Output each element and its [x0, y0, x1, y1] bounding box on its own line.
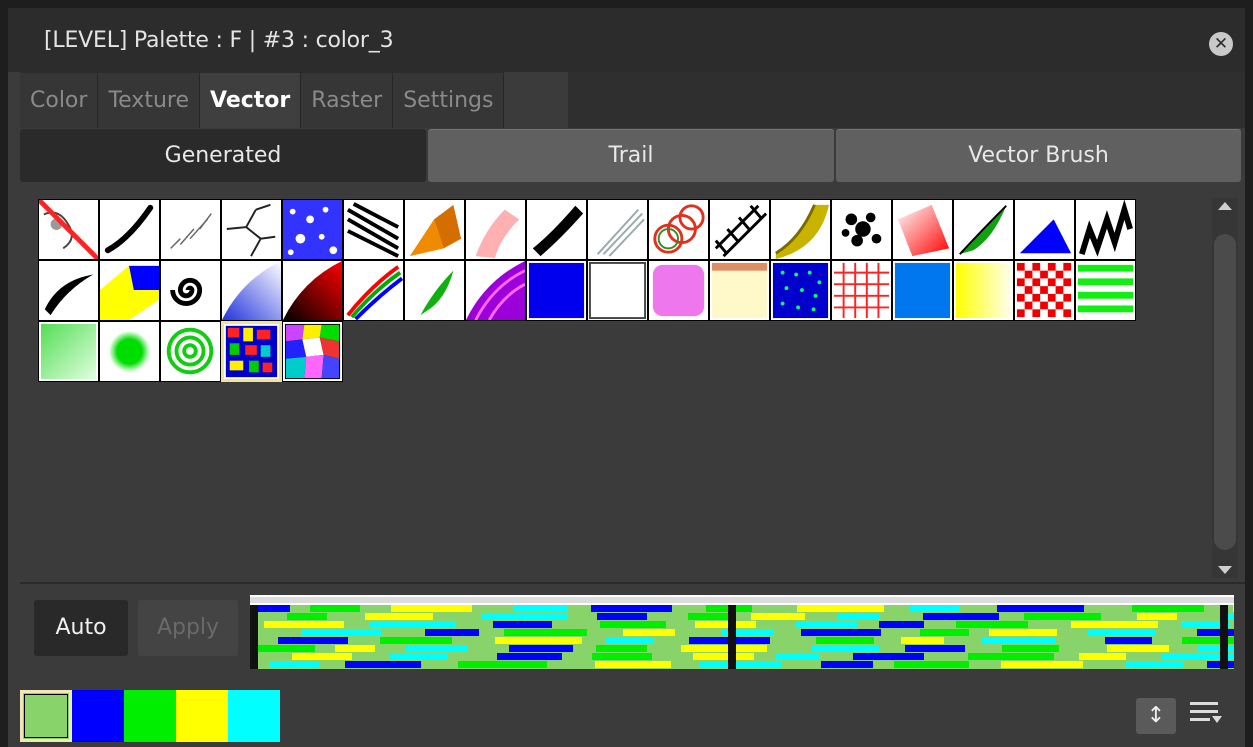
chip-grid-square[interactable] — [831, 260, 892, 321]
chip-voronoi[interactable] — [282, 321, 343, 382]
chip-spiral[interactable] — [160, 260, 221, 321]
updown-arrow-icon[interactable]: ↕ — [1136, 698, 1176, 734]
style-chip-area — [20, 187, 1210, 577]
chip-sky-square[interactable] — [892, 260, 953, 321]
chip-spray-lines[interactable] — [160, 199, 221, 260]
scroll-thumb[interactable] — [1214, 234, 1236, 550]
chip-blue-square[interactable] — [526, 260, 587, 321]
chip-pink-ribbon[interactable] — [465, 199, 526, 260]
style-chip-grid — [38, 199, 1172, 382]
chip-yellow-blue[interactable] — [99, 260, 160, 321]
chip-checker[interactable] — [1014, 260, 1075, 321]
chip-black-curve[interactable] — [38, 260, 99, 321]
chip-white-square[interactable] — [587, 260, 648, 321]
subtab-generated[interactable]: Generated — [20, 129, 426, 182]
color-swatch[interactable] — [228, 690, 280, 742]
chip-green-stripes[interactable] — [1075, 260, 1136, 321]
chip-green-radial[interactable] — [99, 321, 160, 382]
chip-pink-square[interactable] — [648, 260, 709, 321]
chip-orange-fold[interactable] — [404, 199, 465, 260]
chip-rgb-stripes[interactable] — [343, 260, 404, 321]
tab-raster[interactable]: Raster — [301, 72, 394, 128]
divider — [20, 582, 1245, 584]
chip-yellow-gradient[interactable] — [953, 260, 1014, 321]
chip-cream-square[interactable] — [709, 260, 770, 321]
color-swatch[interactable] — [176, 690, 228, 742]
scroll-down-icon[interactable] — [1218, 566, 1232, 574]
swatch-row — [20, 690, 280, 742]
chip-track[interactable] — [709, 199, 770, 260]
chip-red-rings[interactable] — [648, 199, 709, 260]
menu-icon[interactable] — [1188, 696, 1224, 736]
color-swatch[interactable] — [20, 690, 72, 742]
chip-dotted-square[interactable] — [770, 260, 831, 321]
chip-gold-wave[interactable] — [770, 199, 831, 260]
chip-none[interactable] — [38, 199, 99, 260]
scroll-up-icon[interactable] — [1218, 202, 1232, 210]
chip-green-gradient[interactable] — [38, 321, 99, 382]
chip-gray-strokes[interactable] — [587, 199, 648, 260]
window-title: [LEVEL] Palette : F | #3 : color_3 — [44, 28, 394, 53]
chip-green-feather[interactable] — [404, 260, 465, 321]
chip-blue-fade[interactable] — [221, 260, 282, 321]
tab-vector[interactable]: Vector — [200, 72, 302, 128]
tab-color[interactable]: Color — [20, 72, 99, 128]
tab-settings[interactable]: Settings — [393, 72, 505, 128]
chip-blue-dots[interactable] — [282, 199, 343, 260]
color-swatch[interactable] — [72, 690, 124, 742]
chip-black-zigzag[interactable] — [1075, 199, 1136, 260]
auto-button[interactable]: Auto — [34, 600, 128, 656]
subtab-bar: Generated Trail Vector Brush — [20, 129, 1241, 185]
tab-bar-filler — [568, 72, 1245, 128]
chip-red-black-fade[interactable] — [282, 260, 343, 321]
subtab-trail[interactable]: Trail — [428, 129, 834, 182]
chip-green-rings[interactable] — [160, 321, 221, 382]
style-preview — [250, 595, 1234, 669]
title-bar[interactable]: [LEVEL] Palette : F | #3 : color_3 ✕ — [8, 8, 1245, 72]
close-icon[interactable]: ✕ — [1209, 32, 1233, 56]
chip-mosaic[interactable] — [221, 321, 282, 382]
color-swatch[interactable] — [124, 690, 176, 742]
chip-blue-triangle[interactable] — [1014, 199, 1075, 260]
apply-button[interactable]: Apply — [138, 600, 238, 656]
chip-noise[interactable] — [831, 199, 892, 260]
chip-black-brush[interactable] — [526, 199, 587, 260]
chip-purple-waves[interactable] — [465, 260, 526, 321]
chip-brush-stroke[interactable] — [99, 199, 160, 260]
tab-bar: Color Texture Vector Raster Settings — [20, 72, 505, 128]
vertical-scrollbar[interactable] — [1212, 198, 1238, 578]
palette-window: [LEVEL] Palette : F | #3 : color_3 ✕ Col… — [8, 8, 1245, 747]
chip-hatch-lines[interactable] — [343, 199, 404, 260]
subtab-vector-brush[interactable]: Vector Brush — [836, 129, 1241, 182]
chip-red-gradient[interactable] — [892, 199, 953, 260]
chip-crack[interactable] — [221, 199, 282, 260]
tab-texture[interactable]: Texture — [98, 72, 200, 128]
chip-green-leaf[interactable] — [953, 199, 1014, 260]
